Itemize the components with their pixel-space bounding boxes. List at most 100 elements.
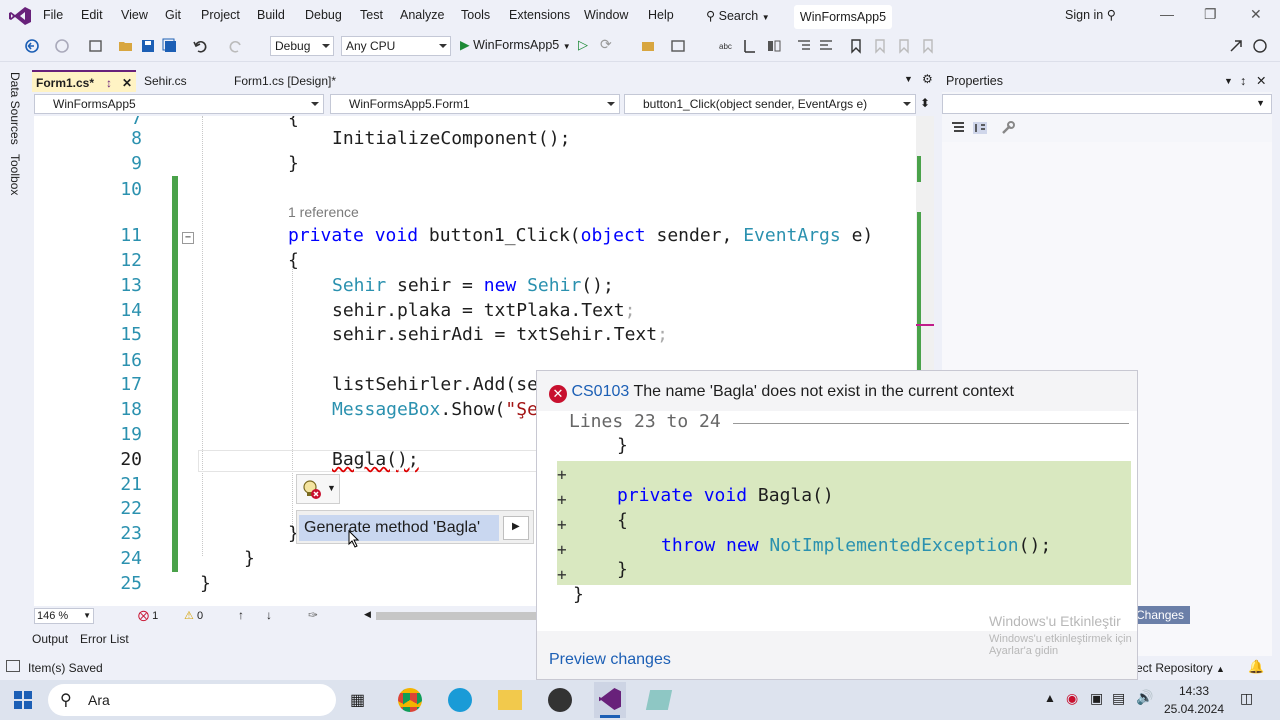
gear-icon[interactable]: ⚙ [922,72,933,86]
menu-file[interactable]: File [43,8,63,22]
menu-tools[interactable]: Tools [461,8,490,22]
menu-window[interactable]: Window [584,8,628,22]
data-sources-tab[interactable]: Data Sources [8,72,22,145]
pin-icon[interactable]: ↕ [1240,70,1246,92]
error-count[interactable]: ⨂ 1 [138,609,158,622]
minimize-icon[interactable]: — [1160,6,1174,22]
search-box[interactable]: ⚲ Search ▼ [706,8,770,23]
categorized-icon[interactable] [950,120,966,136]
collapse-icon[interactable]: − [182,232,194,244]
menu-git[interactable]: Git [165,8,181,22]
clock-date[interactable]: 25.04.2024 [1160,702,1228,716]
browse-icon[interactable] [640,38,656,54]
project-nav-dropdown[interactable]: WinFormsApp5 [34,94,324,114]
menu-extensions[interactable]: Extensions [509,8,570,22]
warning-count[interactable]: ⚠ 0 [184,609,203,622]
action-center-icon[interactable]: ◫ [1240,690,1253,707]
app-icon[interactable] [645,690,673,710]
device-icon[interactable]: ▣ [1090,690,1103,707]
tab-output[interactable]: Output [32,632,68,646]
tab-error-list[interactable]: Error List [80,632,129,646]
tab-form1-design[interactable]: Form1.cs [Design]* [230,70,370,92]
tab-overflow-icon[interactable]: ▼ [904,74,913,84]
preview-changes-link[interactable]: Preview changes [549,651,671,669]
indent-icon[interactable] [796,38,812,54]
submenu-arrow-button[interactable]: ▶ [503,516,529,540]
menu-help[interactable]: Help [648,8,674,22]
brush-icon[interactable]: ✑ [308,608,318,622]
bookmark-icon[interactable] [848,38,864,54]
antivirus-icon[interactable]: ◉ [1066,690,1078,707]
git-changes-tab[interactable]: Changes [1130,606,1190,624]
step-into-icon[interactable] [742,38,758,54]
wrench-icon[interactable] [1000,120,1016,136]
close-icon[interactable]: ✕ [1256,70,1266,92]
close-icon[interactable]: ✕ [122,72,132,94]
feedback-icon[interactable] [1252,38,1268,54]
chrome-icon[interactable] [398,688,422,712]
live-share-icon[interactable] [1228,38,1244,54]
hot-reload-icon[interactable]: ⟳ [600,36,612,53]
menu-debug[interactable]: Debug [305,8,342,22]
quick-actions-lightbulb[interactable]: ▼ [296,474,340,504]
layout-icon[interactable] [670,38,686,54]
back-icon[interactable] [24,38,40,54]
task-view-icon[interactable]: ▦ [350,690,365,710]
menu-build[interactable]: Build [257,8,285,22]
restore-icon[interactable]: ❐ [1204,6,1217,23]
taskbar-search-box[interactable]: ⚲ Ara [48,684,336,716]
up-arrow-icon[interactable]: ↑ [238,608,244,622]
network-icon[interactable]: ▤ [1112,690,1125,707]
down-arrow-icon[interactable]: ↓ [266,608,272,622]
object-selector[interactable]: ▼ [942,94,1272,114]
open-folder-icon[interactable] [118,38,134,54]
spell-check-icon[interactable]: abc [718,38,734,54]
redo-icon[interactable] [228,38,244,54]
close-icon[interactable]: ✕ [1250,6,1262,23]
error-code-link[interactable]: CS0103 [571,383,629,400]
pin-icon[interactable]: ↕ [106,72,112,94]
menu-project[interactable]: Project [201,8,240,22]
configuration-dropdown[interactable]: Debug [270,36,334,56]
alphabetical-icon[interactable] [972,120,988,136]
next-bookmark-icon[interactable] [896,38,912,54]
start-debugging-button[interactable]: ▶ WinFormsApp5 ▼ [460,37,571,52]
volume-icon[interactable]: 🔊 [1136,689,1153,706]
class-nav-dropdown[interactable]: WinFormsApp5.Form1 [330,94,620,114]
notifications-icon[interactable]: 🔔 [1248,659,1264,675]
menu-edit[interactable]: Edit [81,8,103,22]
save-all-icon[interactable] [162,38,178,54]
comment-icon[interactable] [818,38,834,54]
scroll-left-icon[interactable]: ◀ [364,609,371,620]
forward-icon[interactable] [54,38,70,54]
clock-time[interactable]: 14:33 [1164,684,1224,698]
add-to-source-control[interactable]: ect Repository ▲ [1136,661,1225,675]
visual-studio-taskbar-button[interactable] [594,682,626,718]
obs-icon[interactable] [548,688,572,712]
chevron-down-icon[interactable]: ▼ [1224,70,1233,92]
clear-bookmarks-icon[interactable] [920,38,936,54]
menu-analyze[interactable]: Analyze [400,8,444,22]
start-without-debugging-icon[interactable]: ▷ [578,37,588,53]
edge-icon[interactable] [448,688,472,712]
tab-sehir-cs[interactable]: Sehir.cs [140,70,228,92]
new-project-icon[interactable] [88,38,104,54]
windows-start-icon[interactable] [14,691,32,709]
menu-test[interactable]: Test [360,8,383,22]
prev-bookmark-icon[interactable] [872,38,888,54]
member-nav-dropdown[interactable]: button1_Click(object sender, EventArgs e… [624,94,916,114]
undo-icon[interactable] [192,38,208,54]
menu-view[interactable]: View [121,8,148,22]
generate-method-item[interactable]: Generate method 'Bagla' [299,515,499,541]
sign-in-link[interactable]: Sign in ⚲ [1065,7,1116,22]
tab-form1-cs[interactable]: Form1.cs* ↕ ✕ [32,70,136,92]
toolbox-tab[interactable]: Toolbox [8,154,22,195]
zoom-dropdown[interactable]: 146 % ▼ [34,608,94,624]
split-editor-icon[interactable]: ⬍ [920,96,930,110]
file-explorer-icon[interactable] [498,690,522,710]
save-icon[interactable] [140,38,156,54]
platform-dropdown[interactable]: Any CPU [341,36,451,56]
chevron-up-icon[interactable]: ▲ [1044,691,1056,705]
horizontal-scrollbar-thumb[interactable] [376,612,536,620]
bookmark-list-icon[interactable] [766,38,782,54]
